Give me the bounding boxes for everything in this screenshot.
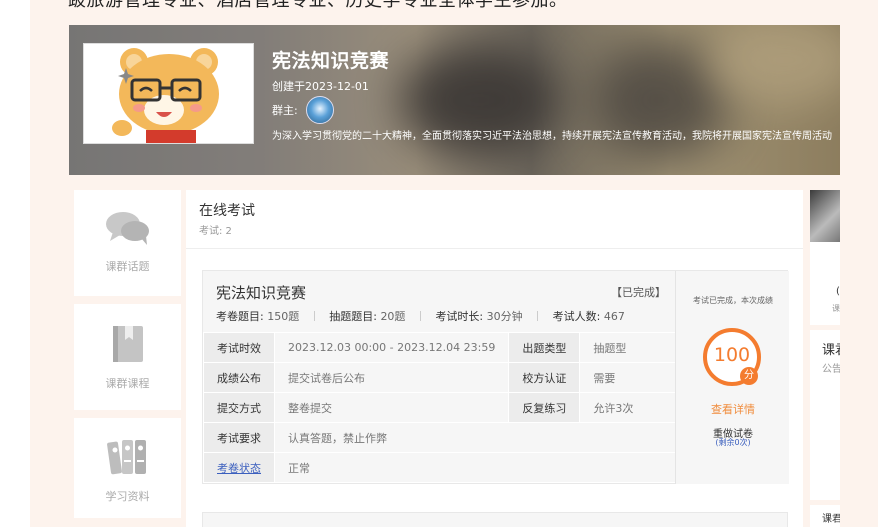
- intro-text: 跛旅游管理专业、酒店管理专业、历史学专业全体学生参加。: [68, 0, 568, 11]
- info-label: 考试要求: [203, 422, 275, 453]
- extra-title-fragment: 课君: [822, 514, 840, 525]
- exam-panel: 在线考试 考试: 2 宪法知识竞赛 【已完成】 考卷题目: 150题 抽题题目:…: [186, 190, 803, 527]
- score-value: 100: [713, 344, 751, 366]
- exam-info-table: 考试时效 2023.12.03 00:00 - 2023.12.04 23:59…: [203, 332, 707, 483]
- stat-label: 考试时长:: [435, 310, 484, 323]
- table-row: 考试要求 认真答题，禁止作弊: [203, 422, 707, 453]
- exam-name[interactable]: 宪法知识竞赛: [216, 282, 306, 303]
- exam-card: 宪法知识竞赛 【已完成】 考卷题目: 150题 抽题题目: 20题 考试时长: …: [202, 270, 789, 484]
- info-label: 提交方式: [203, 392, 275, 423]
- info-label: 出题类型: [508, 332, 581, 363]
- group-description: 为深入学习贯彻党的二十大精神，全面贯彻落实习近平法治思想，持续开展宪法宣传教育活…: [272, 131, 832, 142]
- stat-separator: [537, 311, 539, 321]
- owner-avatar[interactable]: [306, 96, 334, 124]
- info-value: 整卷提交: [273, 392, 510, 423]
- exam-status: 【已完成】: [611, 286, 666, 299]
- exam-count: 考试: 2: [199, 226, 232, 237]
- info-value: 提交试卷后公布: [273, 362, 510, 393]
- stat-value: 467: [603, 310, 625, 323]
- nav-courses[interactable]: 课群课程: [74, 304, 181, 410]
- info-label: 校方认证: [508, 362, 581, 393]
- score-panel: 考试已完成，本次成绩 100 分 查看详情 重做试卷 (剩余0次): [675, 271, 789, 484]
- group-banner: 宪法知识竞赛 创建于2023-12-01 群主: 为深入学习贯彻党的二十大精神，…: [69, 25, 840, 175]
- group-avatar: [83, 43, 254, 144]
- stat-value: 30分钟: [486, 310, 523, 323]
- exam-state-cell: 考卷状态: [203, 452, 275, 483]
- stat-label: 抽题题目:: [329, 310, 377, 323]
- chat-bubbles-icon: [106, 212, 149, 245]
- info-label: 考试时效: [203, 332, 275, 363]
- info-value: 认真答题，禁止作弊: [273, 422, 707, 453]
- stat-separator: [419, 311, 421, 321]
- panel-title: 在线考试: [199, 203, 255, 219]
- created-date: 创建于2023-12-01: [272, 80, 369, 93]
- exam-state-link[interactable]: 考卷状态: [217, 462, 261, 475]
- stat-label: 考卷题目:: [216, 310, 264, 323]
- owner-label: 群主:: [272, 104, 298, 117]
- table-row: 考试时效 2023.12.03 00:00 - 2023.12.04 23:59…: [203, 332, 707, 363]
- table-row: 考卷状态 正常: [203, 452, 707, 483]
- nav-materials[interactable]: 学习资料: [74, 418, 181, 518]
- stat-label: 考试人数:: [552, 310, 601, 323]
- nav-topics[interactable]: 课群话题: [74, 190, 181, 296]
- table-row: 成绩公布 提交试卷后公布 校方认证 需要: [203, 362, 707, 393]
- nav-courses-label: 课群课程: [105, 377, 150, 390]
- member-photo: [810, 190, 840, 242]
- info-label: 成绩公布: [203, 362, 275, 393]
- member-name-fragment: (: [836, 286, 840, 297]
- stat-separator: [313, 311, 315, 321]
- book-icon: [113, 326, 143, 362]
- notice-card: 课君 公告: [810, 330, 840, 500]
- notice-sub-fragment: 公告: [822, 364, 840, 375]
- stat-value: 20题: [380, 310, 406, 323]
- member-card: ( 课: [810, 190, 840, 325]
- table-row: 提交方式 整卷提交 反复练习 允许3次: [203, 392, 707, 423]
- notice-title-fragment: 课君: [822, 343, 840, 358]
- info-label: 反复练习: [508, 392, 581, 423]
- info-value: 2023.12.03 00:00 - 2023.12.04 23:59: [273, 332, 510, 363]
- stat-value: 150题: [267, 310, 300, 323]
- binders-icon: [107, 440, 146, 475]
- divider: [186, 248, 803, 249]
- group-title: 宪法知识竞赛: [272, 50, 390, 72]
- exam-card-next: [202, 512, 788, 527]
- score-note: 考试已完成，本次成绩: [693, 296, 773, 305]
- member-sub-fragment: 课: [832, 304, 840, 313]
- nav-topics-label: 课群话题: [105, 260, 150, 273]
- view-detail-link[interactable]: 查看详情: [676, 401, 790, 417]
- info-value: 正常: [273, 452, 707, 483]
- score-unit-badge: 分: [740, 367, 758, 385]
- extra-card: 课君: [810, 505, 840, 527]
- exam-stats: 考卷题目: 150题 抽题题目: 20题 考试时长: 30分钟 考试人数: 46…: [216, 308, 625, 324]
- remaining-attempts: (剩余0次): [715, 438, 751, 447]
- nav-materials-label: 学习资料: [105, 490, 150, 503]
